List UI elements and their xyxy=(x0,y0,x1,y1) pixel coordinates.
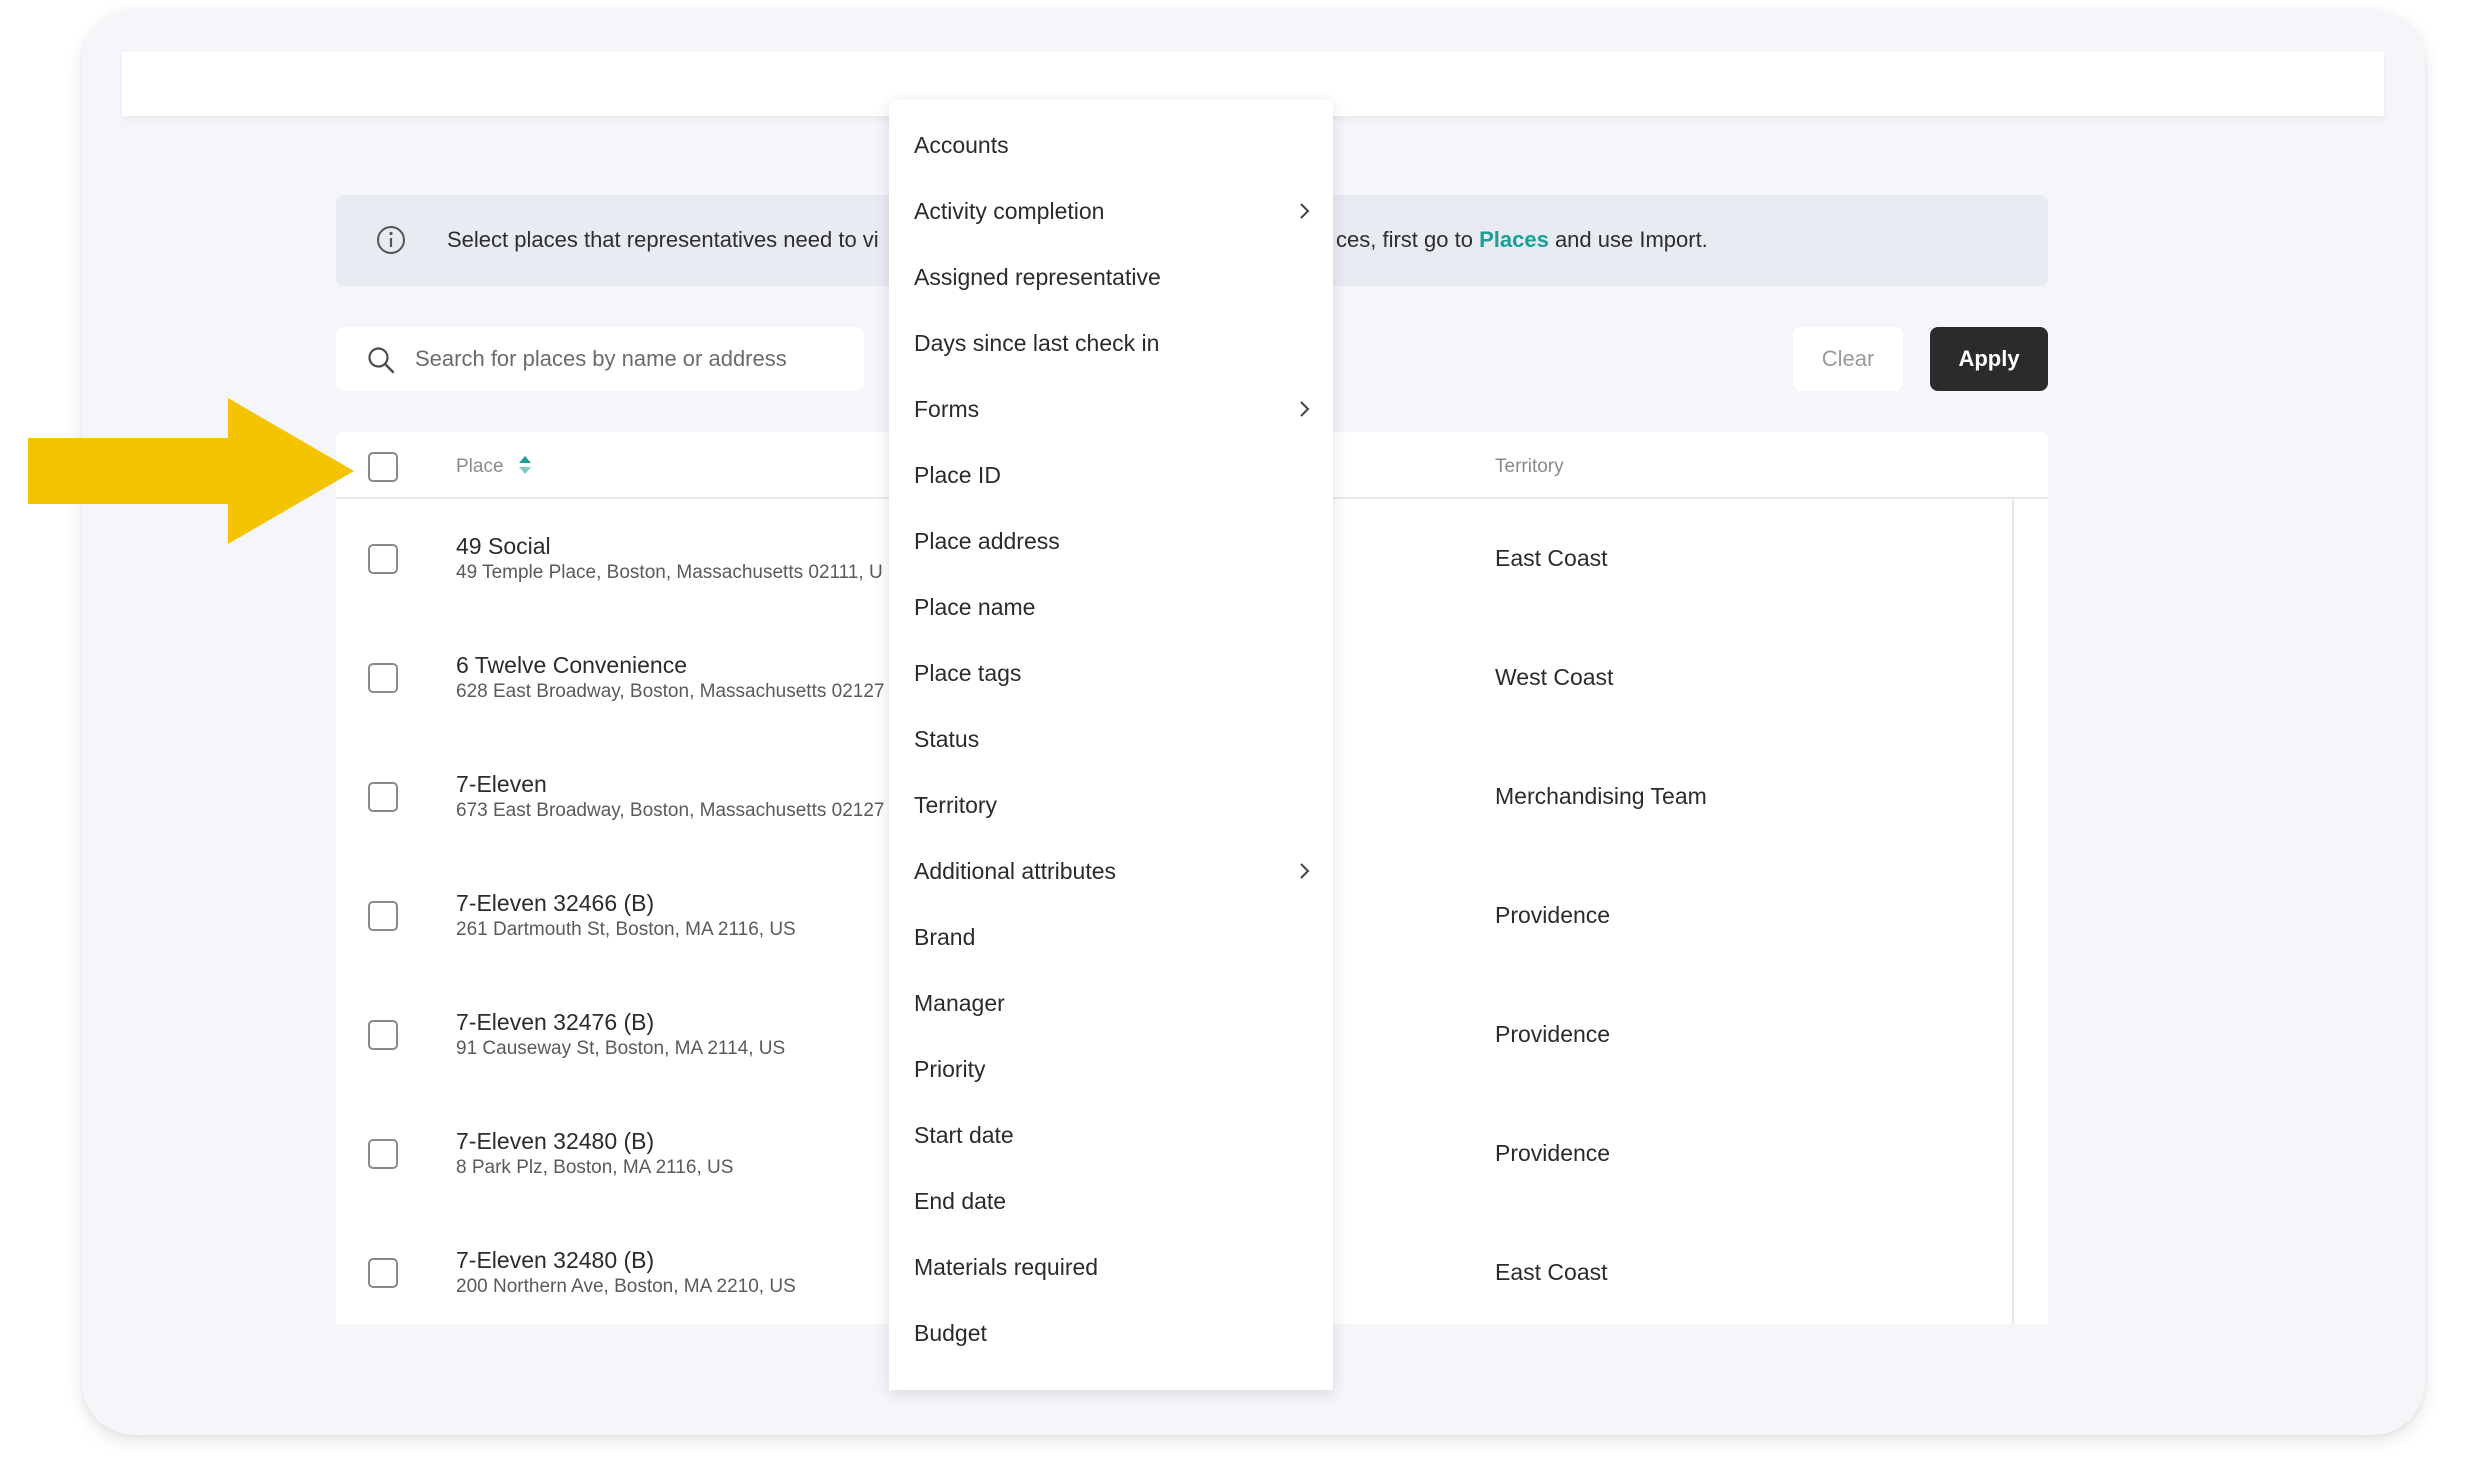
place-name: 7-Eleven 32466 (B) xyxy=(456,890,655,916)
menu-item-label: End date xyxy=(914,1188,1007,1214)
menu-item-brand[interactable]: Brand xyxy=(889,906,1333,968)
apply-button[interactable]: Apply xyxy=(1930,327,2048,391)
place-address: 261 Dartmouth St, Boston, MA 2116, US xyxy=(456,919,796,940)
menu-item-forms[interactable]: Forms xyxy=(889,378,1333,440)
menu-item-label: Priority xyxy=(914,1056,986,1082)
menu-item-territory[interactable]: Territory xyxy=(889,774,1333,836)
menu-item-place-tags[interactable]: Place tags xyxy=(889,642,1333,704)
menu-item-label: Place name xyxy=(914,594,1036,620)
place-territory: Providence xyxy=(1495,1021,1611,1047)
chevron-right-icon xyxy=(1300,203,1310,219)
place-address: 91 Causeway St, Boston, MA 2114, US xyxy=(456,1038,786,1059)
menu-item-place-id[interactable]: Place ID xyxy=(889,444,1333,506)
place-name: 6 Twelve Convenience xyxy=(456,652,687,678)
places-link[interactable]: Places xyxy=(1479,227,1549,252)
select-all-checkbox[interactable] xyxy=(368,452,398,482)
place-territory: Providence xyxy=(1495,902,1611,928)
place-territory: Providence xyxy=(1495,1140,1611,1166)
menu-item-materials-required[interactable]: Materials required xyxy=(889,1236,1333,1298)
menu-item-place-name[interactable]: Place name xyxy=(889,576,1333,638)
menu-item-budget[interactable]: Budget xyxy=(889,1302,1333,1364)
menu-item-label: Place tags xyxy=(914,660,1022,686)
place-name: 7-Eleven 32480 (B) xyxy=(456,1247,655,1273)
place-address: 673 East Broadway, Boston, Massachusetts… xyxy=(456,800,885,821)
place-address: 8 Park Plz, Boston, MA 2116, US xyxy=(456,1157,734,1178)
clear-button[interactable]: Clear xyxy=(1793,327,1903,391)
place-territory: East Coast xyxy=(1495,545,1608,571)
menu-item-label: Activity completion xyxy=(914,198,1105,224)
menu-item-label: Manager xyxy=(914,990,1005,1016)
menu-item-label: Materials required xyxy=(914,1254,1099,1280)
banner-text-end: ces, first go to Places and use Import. xyxy=(1336,227,1708,253)
row-checkbox[interactable] xyxy=(368,663,398,693)
banner-text-pre: ces, first go to xyxy=(1336,227,1473,252)
menu-item-assigned-representative[interactable]: Assigned representative xyxy=(889,246,1333,308)
menu-item-additional-attributes[interactable]: Additional attributes xyxy=(889,840,1333,902)
row-checkbox[interactable] xyxy=(368,1020,398,1050)
menu-item-status[interactable]: Status xyxy=(889,708,1333,770)
menu-item-label: Budget xyxy=(914,1320,987,1346)
search-box[interactable] xyxy=(336,327,864,391)
menu-item-start-date[interactable]: Start date xyxy=(889,1104,1333,1166)
column-filter-menu: Accounts Activity completion Assigned re… xyxy=(889,100,1333,1390)
place-name: 49 Social xyxy=(456,533,551,559)
place-name: 7-Eleven 32480 (B) xyxy=(456,1128,655,1154)
place-address: 49 Temple Place, Boston, Massachusetts 0… xyxy=(456,562,883,583)
row-checkbox[interactable] xyxy=(368,901,398,931)
place-name: 7-Eleven 32476 (B) xyxy=(456,1009,655,1035)
menu-item-label: Place address xyxy=(914,528,1060,554)
banner-text-post: and use Import. xyxy=(1554,227,1708,252)
menu-item-activity-completion[interactable]: Activity completion xyxy=(889,180,1333,242)
pointer-arrow-icon xyxy=(28,398,354,544)
row-checkbox[interactable] xyxy=(368,782,398,812)
menu-item-place-address[interactable]: Place address xyxy=(889,510,1333,572)
menu-item-label: Forms xyxy=(914,396,980,422)
search-input[interactable] xyxy=(415,341,835,377)
row-checkbox[interactable] xyxy=(368,1258,398,1288)
row-checkbox[interactable] xyxy=(368,1139,398,1169)
menu-item-label: Days since last check in xyxy=(914,330,1160,356)
menu-item-end-date[interactable]: End date xyxy=(889,1170,1333,1232)
menu-item-label: Place ID xyxy=(914,462,1001,488)
place-address: 200 Northern Ave, Boston, MA 2210, US xyxy=(456,1276,796,1297)
menu-item-days-since-last-check-in[interactable]: Days since last check in xyxy=(889,312,1333,374)
sort-icon[interactable] xyxy=(516,453,534,477)
screenshot-canvas: Select places that representatives need … xyxy=(0,0,2474,1478)
menu-item-label: Start date xyxy=(914,1122,1014,1148)
place-territory: Merchandising Team xyxy=(1495,783,1707,809)
menu-item-label: Territory xyxy=(914,792,998,818)
table-scrollbar-track[interactable] xyxy=(2012,499,2014,1324)
menu-item-label: Accounts xyxy=(914,132,1009,158)
column-header-territory[interactable]: Territory xyxy=(1495,456,1564,478)
menu-item-accounts[interactable]: Accounts xyxy=(889,114,1333,176)
menu-item-label: Brand xyxy=(914,924,976,950)
place-territory: West Coast xyxy=(1495,664,1614,690)
info-icon xyxy=(377,226,405,254)
menu-item-label: Additional attributes xyxy=(914,858,1117,884)
menu-item-label: Status xyxy=(914,726,980,752)
chevron-right-icon xyxy=(1300,401,1310,417)
banner-text: Select places that representatives need … xyxy=(447,227,879,252)
search-icon xyxy=(368,347,395,374)
menu-item-manager[interactable]: Manager xyxy=(889,972,1333,1034)
column-header-place[interactable]: Place xyxy=(456,456,504,478)
menu-item-priority[interactable]: Priority xyxy=(889,1038,1333,1100)
place-name: 7-Eleven xyxy=(456,771,547,797)
menu-item-label: Assigned representative xyxy=(914,264,1161,290)
place-territory: East Coast xyxy=(1495,1259,1608,1285)
chevron-right-icon xyxy=(1300,863,1310,879)
place-address: 628 East Broadway, Boston, Massachusetts… xyxy=(456,681,885,702)
row-checkbox[interactable] xyxy=(368,544,398,574)
